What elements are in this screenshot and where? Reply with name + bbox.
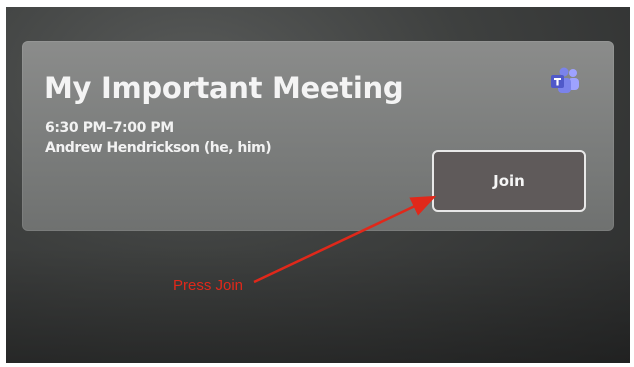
annotation-label: Press Join <box>173 277 244 294</box>
meeting-time: 6:30 PM–7:00 PM <box>45 120 174 136</box>
device-screen: My Important Meeting 6:30 PM–7:00 PM And… <box>6 7 630 363</box>
microsoft-teams-icon <box>551 67 579 93</box>
meeting-title: My Important Meeting <box>44 71 404 105</box>
meeting-organizer: Andrew Hendrickson (he, him) <box>45 140 272 156</box>
meeting-card: My Important Meeting 6:30 PM–7:00 PM And… <box>22 41 614 231</box>
join-button[interactable]: Join <box>432 150 586 212</box>
